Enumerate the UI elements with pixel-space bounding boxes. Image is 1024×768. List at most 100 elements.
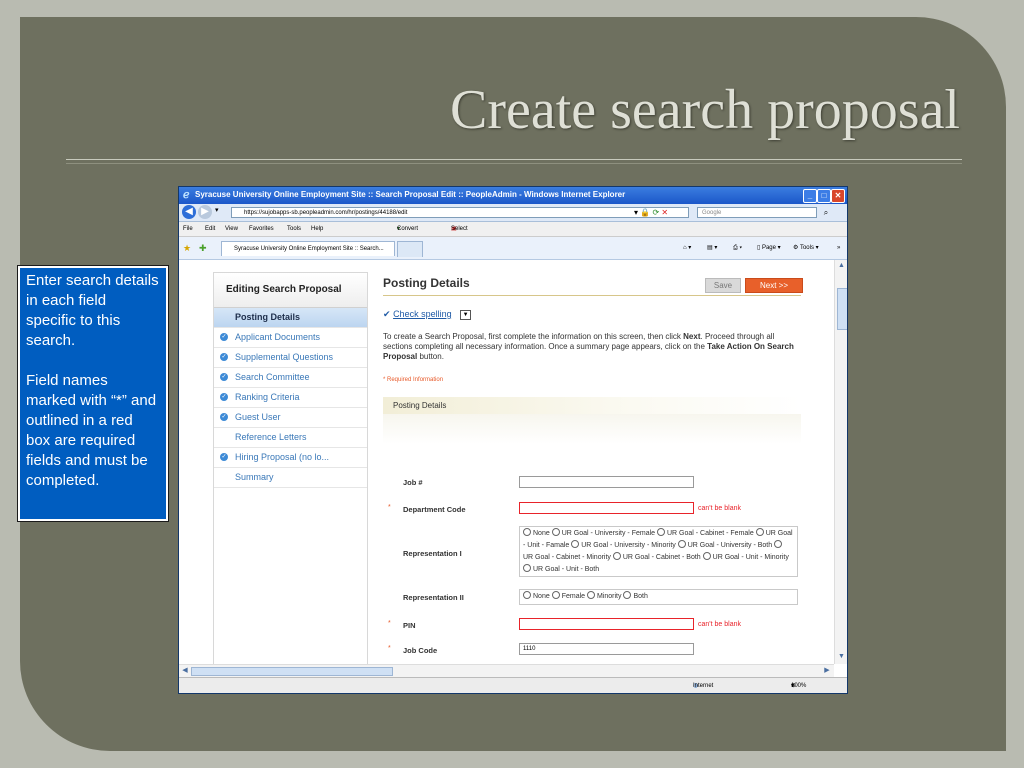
section-body bbox=[383, 414, 801, 444]
close-button[interactable]: ✕ bbox=[831, 189, 845, 203]
representation-1-label: Representation I bbox=[403, 549, 462, 558]
rep1-option-univ-female[interactable]: UR Goal - University - Female bbox=[551, 528, 655, 537]
job-code-input[interactable]: 1110 bbox=[519, 643, 694, 655]
job-number-label: Job # bbox=[403, 478, 423, 487]
rep2-option-minority[interactable]: Minority bbox=[586, 591, 622, 600]
sidebar-header: Editing Search Proposal bbox=[214, 273, 367, 308]
sidebar-item-ranking-criteria[interactable]: ✓ Ranking Criteria bbox=[214, 388, 367, 408]
search-icon[interactable]: ⌕ bbox=[820, 207, 832, 218]
rep1-option-unit-both[interactable]: UR Goal - Unit - Both bbox=[523, 564, 599, 573]
menu-edit[interactable]: Edit bbox=[205, 222, 215, 236]
rep1-option-none[interactable]: None bbox=[523, 528, 550, 537]
home-icon[interactable]: ⌂ ▾ bbox=[683, 237, 691, 259]
sidebar-item-search-committee[interactable]: ✓ Search Committee bbox=[214, 368, 367, 388]
required-star: * bbox=[388, 504, 391, 511]
sidebar-item-hiring-proposal[interactable]: ✓ Hiring Proposal (no lo... bbox=[214, 448, 367, 468]
sidebar-item-supplemental-questions[interactable]: ✓ Supplemental Questions bbox=[214, 348, 367, 368]
pin-input[interactable] bbox=[519, 618, 694, 630]
page-content: Editing Search Proposal Posting Details … bbox=[179, 260, 834, 664]
feeds-icon[interactable]: ▤ ▾ bbox=[707, 237, 717, 259]
check-spelling[interactable]: ✔ Check spelling ▼ bbox=[383, 309, 472, 320]
check-icon: ✓ bbox=[220, 333, 228, 341]
department-code-label: Department Code bbox=[403, 505, 466, 514]
scroll-down-icon[interactable]: ▼ bbox=[836, 652, 847, 662]
rep1-option-univ-minority[interactable]: UR Goal - University - Minority bbox=[571, 540, 676, 549]
menu-file[interactable]: File bbox=[183, 222, 193, 236]
job-number-input[interactable] bbox=[519, 476, 694, 488]
chevron-more-icon[interactable]: » bbox=[837, 237, 840, 259]
horizontal-scroll-thumb[interactable] bbox=[191, 667, 393, 676]
search-input[interactable]: Google bbox=[697, 207, 817, 218]
sidebar-item-applicant-documents[interactable]: ✓ Applicant Documents bbox=[214, 328, 367, 348]
save-button[interactable]: Save bbox=[705, 278, 741, 293]
callout-paragraph-2: Field names marked with “*” and outlined… bbox=[26, 372, 157, 489]
lock-icon[interactable]: 🔒 bbox=[640, 208, 650, 217]
menu-tools[interactable]: Tools bbox=[287, 222, 301, 236]
browser-window: ℯ Syracuse University Online Employment … bbox=[178, 186, 848, 694]
sidebar-item-reference-letters[interactable]: Reference Letters bbox=[214, 428, 367, 448]
new-tab-button[interactable] bbox=[397, 241, 423, 257]
rep1-option-unit-minority[interactable]: UR Goal - Unit - Minority bbox=[702, 552, 789, 561]
scroll-left-icon[interactable]: ◀ bbox=[180, 666, 190, 676]
spell-dropdown-icon[interactable]: ▼ bbox=[460, 309, 472, 320]
check-icon: ✓ bbox=[220, 393, 228, 401]
sidebar-nav: Editing Search Proposal Posting Details … bbox=[213, 272, 368, 664]
window-titlebar: ℯ Syracuse University Online Employment … bbox=[179, 187, 847, 204]
forward-button[interactable]: ▶ bbox=[198, 205, 212, 219]
title-divider-shadow bbox=[66, 163, 962, 164]
browser-tab[interactable]: Syracuse University Online Employment Si… bbox=[221, 241, 395, 256]
required-star: * bbox=[388, 645, 391, 652]
favorites-bar: ★ ✚ Syracuse University Online Employmen… bbox=[179, 237, 847, 260]
tools-menu[interactable]: ⚙ Tools ▾ bbox=[793, 237, 819, 259]
slide-title: Create search proposal bbox=[450, 79, 960, 141]
job-code-label: Job Code bbox=[403, 646, 438, 655]
rep2-option-female[interactable]: Female bbox=[551, 591, 585, 600]
horizontal-scrollbar[interactable]: ◀ ▶ bbox=[179, 664, 834, 677]
page-title: Posting Details bbox=[383, 276, 470, 290]
menu-view[interactable]: View bbox=[225, 222, 238, 236]
print-icon[interactable]: ⎙ ▾ bbox=[733, 237, 742, 259]
add-favorite-icon[interactable]: ✚ bbox=[199, 237, 207, 259]
refresh-icon[interactable]: ⟳ bbox=[652, 208, 659, 217]
history-dropdown-icon[interactable]: ▾ bbox=[215, 206, 219, 214]
rep2-option-both[interactable]: Both bbox=[623, 591, 648, 600]
zoom-level[interactable]: ⊕ 100% ▾ bbox=[791, 678, 806, 693]
rep1-option-cabinet-both[interactable]: UR Goal - Cabinet - Both bbox=[612, 552, 701, 561]
page-menu[interactable]: ▯ Page ▾ bbox=[757, 237, 781, 259]
menu-help[interactable]: Help bbox=[311, 222, 323, 236]
favorites-star-icon[interactable]: ★ bbox=[183, 237, 191, 259]
scroll-right-icon[interactable]: ▶ bbox=[822, 666, 832, 676]
minimize-button[interactable]: _ bbox=[803, 189, 817, 203]
sidebar-item-guest-user[interactable]: ✓ Guest User bbox=[214, 408, 367, 428]
representation-1-options: None UR Goal - University - Female UR Go… bbox=[519, 526, 798, 577]
scroll-up-icon[interactable]: ▲ bbox=[836, 261, 847, 271]
url-dropdown-icon[interactable]: ▾ bbox=[634, 208, 638, 217]
section-header: Posting Details bbox=[383, 397, 801, 414]
pin-label: PIN bbox=[403, 621, 416, 630]
window-title: Syracuse University Online Employment Si… bbox=[195, 190, 626, 199]
sidebar-item-posting-details[interactable]: Posting Details bbox=[214, 308, 367, 328]
vertical-scrollbar[interactable]: ▲ ▼ bbox=[834, 260, 847, 664]
sidebar-item-summary[interactable]: Summary bbox=[214, 468, 367, 488]
menu-bar: File Edit View Favorites Tools Help ◐ Co… bbox=[179, 222, 847, 237]
department-code-error: can't be blank bbox=[698, 505, 741, 512]
callout-paragraph-1: Enter search details in each field speci… bbox=[26, 272, 159, 349]
department-code-input[interactable] bbox=[519, 502, 694, 514]
url-input[interactable]: https://sujobapps-sb.peopleadmin.com/hr/… bbox=[231, 207, 689, 218]
vertical-scroll-thumb[interactable] bbox=[837, 288, 847, 330]
rep1-option-cabinet-female[interactable]: UR Goal - Cabinet - Female bbox=[657, 528, 754, 537]
main-panel: Posting Details Save Next >> ✔ Check spe… bbox=[383, 260, 823, 664]
pin-error: can't be blank bbox=[698, 621, 741, 628]
check-spelling-link[interactable]: Check spelling bbox=[393, 309, 452, 319]
convert-button[interactable]: ◐ Convert ▾ bbox=[397, 222, 418, 236]
rep2-option-none[interactable]: None bbox=[523, 591, 550, 600]
next-button[interactable]: Next >> bbox=[745, 278, 803, 293]
maximize-button[interactable]: □ bbox=[817, 189, 831, 203]
address-bar: ◀ ▶ ▾ https://sujobapps-sb.peopleadmin.c… bbox=[179, 204, 847, 222]
back-button[interactable]: ◀ bbox=[182, 205, 196, 219]
representation-2-label: Representation II bbox=[403, 593, 464, 602]
representation-2-options: None Female Minority Both bbox=[519, 589, 798, 605]
rep1-option-univ-both[interactable]: UR Goal - University - Both bbox=[677, 540, 772, 549]
stop-icon[interactable]: ✕ bbox=[661, 208, 668, 217]
menu-favorites[interactable]: Favorites bbox=[249, 222, 274, 236]
